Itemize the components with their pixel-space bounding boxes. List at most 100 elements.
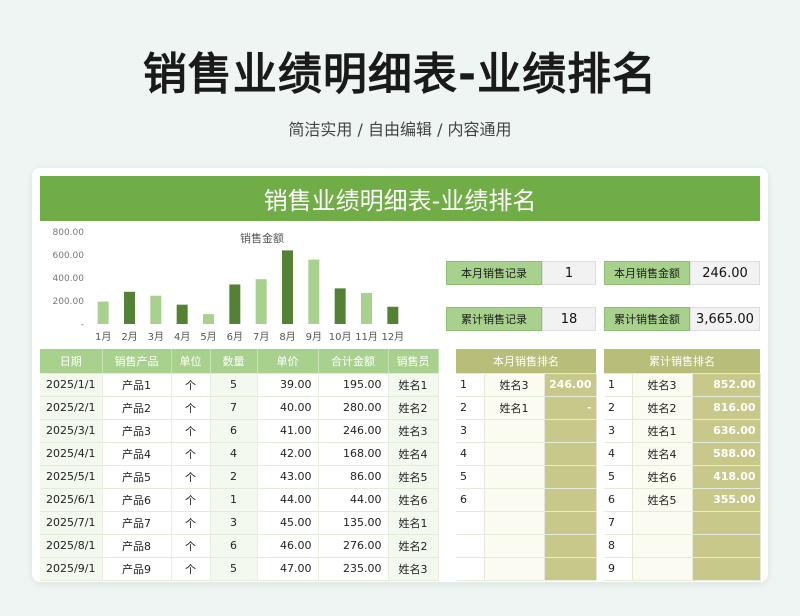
rank-amt-cell[interactable]: 418.00 — [692, 465, 761, 489]
rank-num-cell[interactable]: 5 — [456, 465, 485, 489]
table-cell[interactable]: 个 — [171, 534, 211, 558]
table-cell[interactable]: 个 — [171, 373, 211, 397]
rank-amt-cell[interactable] — [544, 442, 597, 466]
table-cell[interactable]: 6 — [210, 534, 258, 558]
rank-amt-cell[interactable] — [544, 534, 597, 558]
table-cell[interactable]: 产品1 — [102, 373, 172, 397]
table-cell[interactable]: 168.00 — [318, 442, 389, 466]
rank-name-cell[interactable] — [484, 511, 545, 535]
table-cell[interactable]: 产品6 — [102, 488, 172, 512]
rank-amt-cell[interactable] — [692, 534, 761, 558]
rank-row[interactable]: 2 姓名2 816.00 — [604, 396, 761, 420]
rank-row[interactable]: 4 姓名4 588.00 — [604, 442, 761, 466]
table-cell[interactable]: 7 — [210, 396, 258, 420]
rank-amt-cell[interactable] — [544, 557, 597, 581]
table-cell[interactable]: 43.00 — [257, 465, 319, 489]
rank-num-cell[interactable]: 6 — [604, 488, 633, 512]
table-cell[interactable]: 44.00 — [257, 488, 319, 512]
rank-name-cell[interactable]: 姓名3 — [484, 373, 545, 397]
rank-row[interactable]: 5 — [456, 465, 597, 489]
table-cell[interactable]: 个 — [171, 511, 211, 535]
table-cell[interactable]: 2025/2/1 — [40, 396, 103, 420]
rank-num-cell[interactable]: 7 — [604, 511, 633, 535]
table-cell[interactable]: 45.00 — [257, 511, 319, 535]
rank-num-cell[interactable]: 2 — [604, 396, 633, 420]
rank-num-cell[interactable]: 2 — [456, 396, 485, 420]
rank-name-cell[interactable]: 姓名1 — [632, 419, 693, 443]
rank-row[interactable] — [456, 557, 597, 581]
table-cell[interactable]: 246.00 — [318, 419, 389, 443]
table-row[interactable]: 2025/5/1 产品5 个 2 43.00 86.00 姓名5 — [40, 465, 439, 489]
rank-name-cell[interactable]: 姓名6 — [632, 465, 693, 489]
rank-amt-cell[interactable] — [544, 488, 597, 512]
rank-row[interactable]: 5 姓名6 418.00 — [604, 465, 761, 489]
table-cell[interactable]: 产品2 — [102, 396, 172, 420]
table-cell[interactable]: 2025/9/1 — [40, 557, 103, 581]
rank-amt-cell[interactable]: 852.00 — [692, 373, 761, 397]
rank-num-cell[interactable]: 1 — [604, 373, 633, 397]
table-cell[interactable]: 235.00 — [318, 557, 389, 581]
table-cell[interactable]: 产品5 — [102, 465, 172, 489]
table-row[interactable]: 2025/4/1 产品4 个 4 42.00 168.00 姓名4 — [40, 442, 439, 466]
table-cell[interactable]: 姓名2 — [388, 396, 439, 420]
rank-name-cell[interactable] — [484, 534, 545, 558]
rank-num-cell[interactable]: 1 — [456, 373, 485, 397]
rank-num-cell[interactable]: 5 — [604, 465, 633, 489]
rank-name-cell[interactable]: 姓名3 — [632, 373, 693, 397]
rank-amt-cell[interactable]: - — [544, 396, 597, 420]
table-cell[interactable]: 5 — [210, 557, 258, 581]
rank-row[interactable]: 7 — [604, 511, 761, 535]
rank-row[interactable]: 9 — [604, 557, 761, 581]
rank-name-cell[interactable] — [484, 488, 545, 512]
rank-name-cell[interactable] — [632, 511, 693, 535]
table-row[interactable]: 2025/9/1 产品9 个 5 47.00 235.00 姓名3 — [40, 557, 439, 581]
table-cell[interactable]: 产品7 — [102, 511, 172, 535]
table-cell[interactable]: 42.00 — [257, 442, 319, 466]
table-row[interactable]: 2025/1/1 产品1 个 5 39.00 195.00 姓名1 — [40, 373, 439, 397]
rank-num-cell[interactable]: 3 — [604, 419, 633, 443]
rank-amt-cell[interactable] — [544, 511, 597, 535]
table-cell[interactable]: 姓名4 — [388, 442, 439, 466]
rank-row[interactable]: 4 — [456, 442, 597, 466]
table-cell[interactable]: 个 — [171, 557, 211, 581]
rank-name-cell[interactable] — [484, 465, 545, 489]
rank-num-cell[interactable] — [456, 557, 485, 581]
rank-row[interactable]: 1 姓名3 246.00 — [456, 373, 597, 397]
rank-amt-cell[interactable]: 246.00 — [544, 373, 597, 397]
rank-num-cell[interactable]: 9 — [604, 557, 633, 581]
table-cell[interactable]: 个 — [171, 465, 211, 489]
rank-name-cell[interactable] — [484, 557, 545, 581]
table-cell[interactable]: 姓名6 — [388, 488, 439, 512]
table-cell[interactable]: 41.00 — [257, 419, 319, 443]
rank-num-cell[interactable]: 6 — [456, 488, 485, 512]
table-row[interactable]: 2025/2/1 产品2 个 7 40.00 280.00 姓名2 — [40, 396, 439, 420]
table-cell[interactable]: 2025/3/1 — [40, 419, 103, 443]
table-cell[interactable]: 2025/8/1 — [40, 534, 103, 558]
table-cell[interactable]: 2025/4/1 — [40, 442, 103, 466]
table-cell[interactable]: 产品4 — [102, 442, 172, 466]
table-cell[interactable]: 4 — [210, 442, 258, 466]
table-cell[interactable]: 44.00 — [318, 488, 389, 512]
table-cell[interactable]: 个 — [171, 488, 211, 512]
rank-num-cell[interactable] — [456, 511, 485, 535]
rank-num-cell[interactable]: 8 — [604, 534, 633, 558]
rank-row[interactable]: 3 — [456, 419, 597, 443]
table-cell[interactable]: 姓名2 — [388, 534, 439, 558]
rank-name-cell[interactable] — [484, 419, 545, 443]
rank-name-cell[interactable] — [632, 557, 693, 581]
table-cell[interactable]: 姓名1 — [388, 511, 439, 535]
rank-name-cell[interactable] — [484, 442, 545, 466]
rank-row[interactable]: 2 姓名1- — [456, 396, 597, 420]
rank-name-cell[interactable]: 姓名2 — [632, 396, 693, 420]
table-cell[interactable]: 个 — [171, 396, 211, 420]
rank-row[interactable]: 6 — [456, 488, 597, 512]
table-cell[interactable]: 135.00 — [318, 511, 389, 535]
table-cell[interactable]: 3 — [210, 511, 258, 535]
table-cell[interactable]: 2025/5/1 — [40, 465, 103, 489]
rank-amt-cell[interactable]: 636.00 — [692, 419, 761, 443]
rank-row[interactable]: 6 姓名5 355.00 — [604, 488, 761, 512]
table-cell[interactable]: 2025/7/1 — [40, 511, 103, 535]
rank-row[interactable] — [456, 534, 597, 558]
table-cell[interactable]: 39.00 — [257, 373, 319, 397]
rank-name-cell[interactable]: 姓名5 — [632, 488, 693, 512]
